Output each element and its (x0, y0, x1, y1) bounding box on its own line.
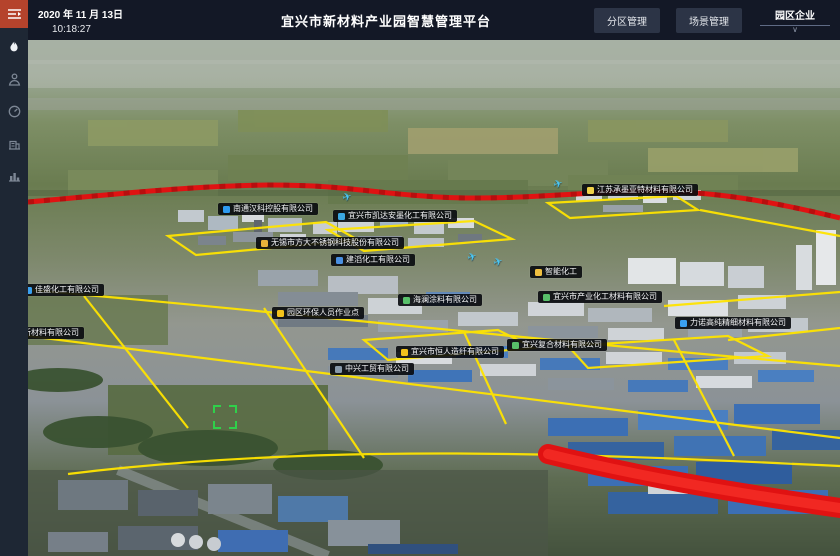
bar-chart-icon (8, 169, 21, 182)
company-label[interactable]: 南通汉科控股有限公司 (218, 203, 318, 215)
company-label-text: 宜兴复合材料有限公司 (522, 341, 602, 349)
company-label[interactable]: 园区环保人员作业点 (272, 307, 364, 319)
company-label[interactable]: 宜兴市恒人造纤有限公司 (396, 346, 504, 358)
header-bar: 2020 年 11 月 13日 10:18:27 宜兴市新材料产业园智慧管理平台… (28, 0, 840, 40)
header-controls: 分区管理 场景管理 园区企业 ∨ (594, 7, 840, 34)
vehicle-marker-icon[interactable]: ✈ (552, 176, 565, 191)
company-label-text: 智能化工 (545, 268, 577, 276)
sidebar-item-monitor[interactable] (0, 98, 28, 124)
sidebar-item-personnel[interactable] (0, 66, 28, 92)
zone-manage-button[interactable]: 分区管理 (594, 8, 660, 33)
building-icon (8, 137, 21, 150)
scene-manage-button[interactable]: 场景管理 (676, 8, 742, 33)
company-icon (28, 287, 32, 294)
current-date: 2020 年 11 月 13日 (38, 6, 178, 21)
company-icon (587, 187, 594, 194)
company-label-text: 园区环保人员作业点 (287, 309, 359, 317)
person-icon (8, 73, 21, 86)
company-label[interactable]: 宜兴市产业化工材料有限公司 (538, 291, 662, 303)
company-icon (338, 213, 345, 220)
company-label-text: 力诺高纯精细材料有限公司 (690, 319, 786, 327)
company-label-text: 宜兴市产业化工材料有限公司 (553, 293, 657, 301)
datetime-block: 2020 年 11 月 13日 10:18:27 (28, 6, 178, 35)
company-icon (335, 366, 342, 373)
vehicle-marker-icon[interactable]: ✈ (341, 189, 354, 204)
company-icon (543, 294, 550, 301)
company-label[interactable]: 宜兴复合材料有限公司 (507, 339, 607, 351)
company-icon (401, 349, 408, 356)
park-enterprise-label: 园区企业 (758, 7, 832, 22)
sidebar-item-statistics[interactable] (0, 162, 28, 188)
company-label-text: 宜兴市凯达安墨化工有限公司 (348, 212, 452, 220)
vehicle-marker-icon[interactable]: ✈ (466, 249, 479, 264)
page-title: 宜兴市新材料产业园智慧管理平台 (178, 11, 594, 30)
chevron-down-icon: ∨ (758, 26, 832, 34)
company-label[interactable]: 兴华新材料有限公司 (28, 327, 84, 339)
company-label-text: 建滔化工有限公司 (346, 256, 410, 264)
company-label-text: 中兴工贸有限公司 (345, 365, 409, 373)
selection-box (213, 405, 237, 429)
company-label-text: 江苏承墨亚特材料有限公司 (597, 186, 693, 194)
company-label[interactable]: 江苏承墨亚特材料有限公司 (582, 184, 698, 196)
sidebar-item-enterprise[interactable] (0, 130, 28, 156)
menu-icon (7, 8, 22, 20)
park-enterprise-dropdown[interactable]: 园区企业 ∨ (758, 7, 832, 34)
company-label[interactable]: 中兴工贸有限公司 (330, 363, 414, 375)
company-icon (512, 342, 519, 349)
company-label[interactable]: 佳盛化工有限公司 (28, 284, 104, 296)
company-icon (336, 257, 343, 264)
menu-button[interactable] (0, 0, 28, 28)
gauge-icon (8, 105, 21, 118)
company-label-text: 海澜涂料有限公司 (413, 296, 477, 304)
flame-icon (8, 40, 20, 54)
vehicle-marker-icon[interactable]: ✈ (492, 254, 505, 269)
sidebar-item-fire[interactable] (0, 34, 28, 60)
company-label[interactable]: 智能化工 (530, 266, 582, 278)
company-label[interactable]: 力诺高纯精细材料有限公司 (675, 317, 791, 329)
app-window: 2020 年 11 月 13日 10:18:27 宜兴市新材料产业园智慧管理平台… (0, 0, 840, 556)
company-label-text: 宜兴市恒人造纤有限公司 (411, 348, 499, 356)
company-label-text: 兴华新材料有限公司 (28, 329, 79, 337)
company-label[interactable]: 无锡市方大不锈钢科技股份有限公司 (256, 237, 404, 249)
company-icon (261, 240, 268, 247)
company-label-text: 无锡市方大不锈钢科技股份有限公司 (271, 239, 399, 247)
company-label[interactable]: 建滔化工有限公司 (331, 254, 415, 266)
company-icon (535, 269, 542, 276)
company-label-text: 南通汉科控股有限公司 (233, 205, 313, 213)
current-time: 10:18:27 (38, 24, 178, 35)
company-icon (403, 297, 410, 304)
company-label[interactable]: 宜兴市凯达安墨化工有限公司 (333, 210, 457, 222)
company-icon (223, 206, 230, 213)
map-3d-view[interactable]: 南通汉科控股有限公司宜兴市凯达安墨化工有限公司无锡市方大不锈钢科技股份有限公司 江… (28, 40, 840, 556)
company-icon (277, 310, 284, 317)
company-label-text: 佳盛化工有限公司 (35, 286, 99, 294)
company-label[interactable]: 海澜涂料有限公司 (398, 294, 482, 306)
company-icon (680, 320, 687, 327)
sidebar (0, 0, 28, 556)
